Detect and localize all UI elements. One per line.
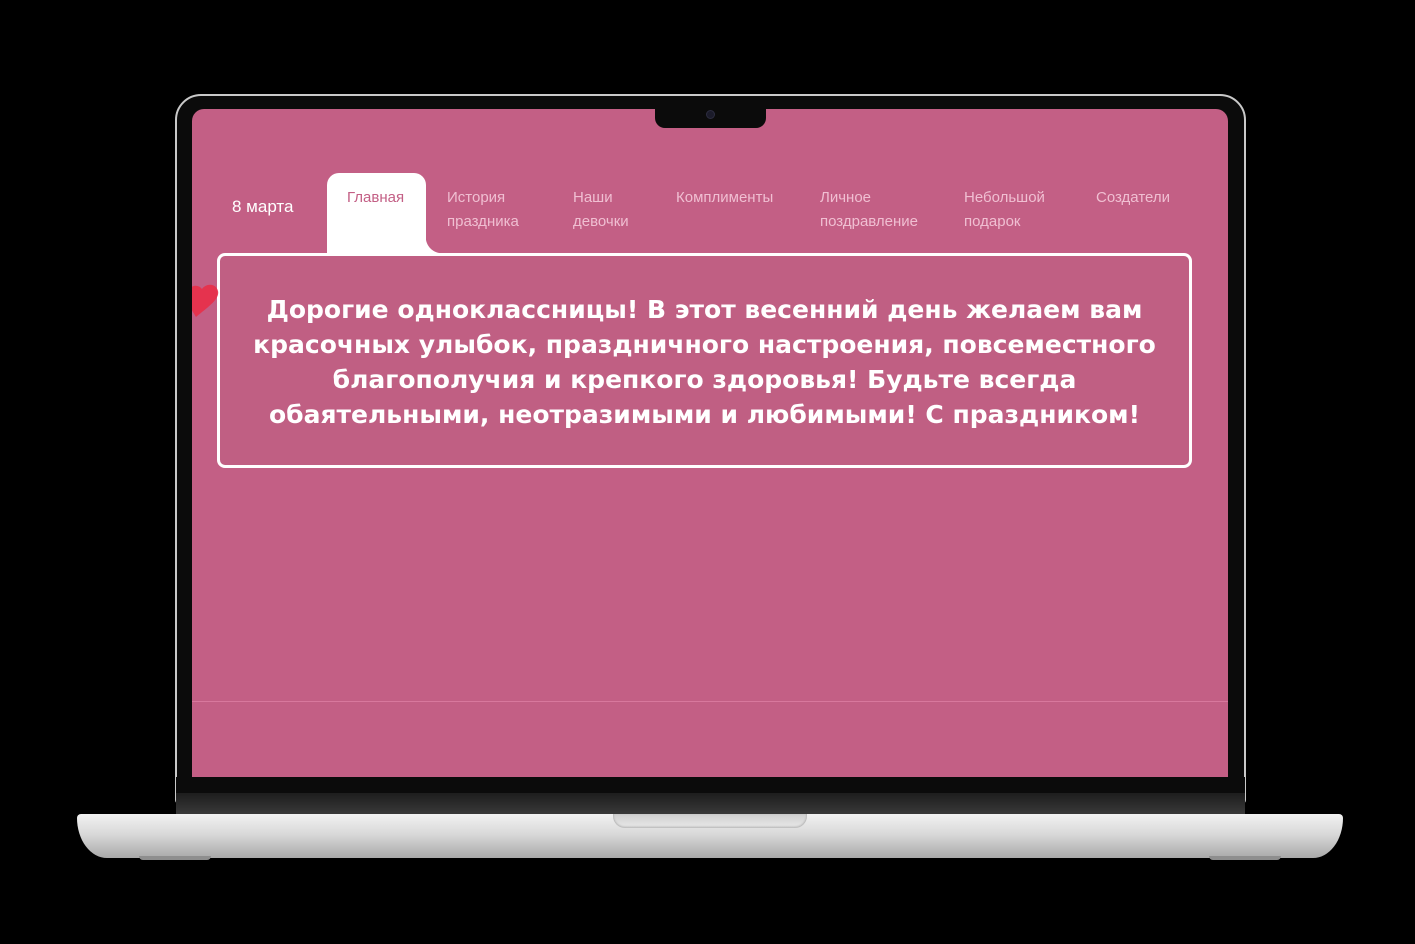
nav-item-home[interactable]: Главная [327, 173, 442, 253]
laptop-base [77, 814, 1343, 860]
greeting-card: Дорогие одноклассницы! В этот весенний д… [217, 253, 1192, 468]
heart-icon [192, 284, 219, 317]
nav-item-our-girls[interactable]: Наши девочки [553, 173, 645, 253]
nav-item-label: Главная [347, 189, 405, 206]
laptop-base-notch [613, 814, 807, 828]
camera-icon [706, 110, 715, 119]
laptop-screen: 8 марта Главная История праздника Наши д… [192, 109, 1228, 777]
nav-item-compliments[interactable]: Комплименты [656, 173, 792, 253]
nav-item-label: Наши девочки [573, 189, 629, 230]
laptop-foot-right [1209, 856, 1281, 860]
nav-item-label: История праздника [447, 189, 519, 230]
nav-item-label: Комплименты [676, 189, 774, 206]
nav-item-history[interactable]: История праздника [427, 173, 539, 253]
nav-item-personal-greeting[interactable]: Личное поздравление [800, 173, 930, 253]
nav-item-creators[interactable]: Создатели [1076, 173, 1194, 253]
nav-item-label: Создатели [1096, 189, 1170, 206]
footer-divider [192, 701, 1228, 702]
navbar: 8 марта Главная История праздника Наши д… [216, 173, 1204, 253]
laptop-foot-left [139, 856, 211, 860]
brand-title[interactable]: 8 марта [232, 197, 293, 217]
nav-item-label: Личное поздравление [820, 189, 919, 230]
laptop-bottom-bezel [176, 777, 1245, 793]
nav-item-small-gift[interactable]: Небольшой подарок [944, 173, 1062, 253]
greeting-text: Дорогие одноклассницы! В этот весенний д… [253, 294, 1156, 429]
nav-item-label: Небольшой подарок [964, 189, 1045, 230]
screen-notch [655, 109, 766, 128]
laptop-hinge [176, 793, 1245, 815]
